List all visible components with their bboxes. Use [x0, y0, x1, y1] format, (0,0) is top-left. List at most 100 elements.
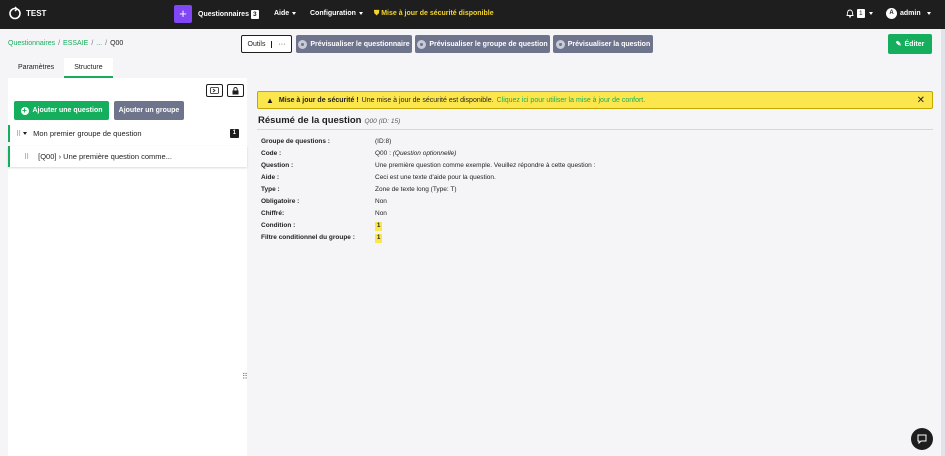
close-icon[interactable]: ✕ [917, 95, 925, 106]
question-summary-table: Groupe de questions : (ID:8) Code : Q00 … [261, 138, 861, 246]
tab-structure[interactable]: Structure [64, 58, 113, 78]
lock-icon [232, 86, 239, 94]
alert-update-link[interactable]: Cliquez ici pour utiliser la mise à jour… [497, 97, 646, 104]
add-group-button[interactable]: Ajouter un groupe [114, 101, 184, 120]
nav-security-alert[interactable]: ⛊ Mise à jour de sécurité disponible [374, 10, 494, 18]
chat-icon [917, 434, 927, 444]
user-name: admin [900, 10, 921, 17]
nav-aide[interactable]: Aide [274, 10, 297, 17]
tab-parametres[interactable]: Paramètres [8, 58, 64, 78]
summary-row-group: Groupe de questions : (ID:8) [261, 138, 861, 150]
question-summary-heading: Résumé de la question Q00 (ID: 15) [258, 115, 400, 126]
summary-key: Groupe de questions : [261, 138, 330, 145]
summary-key: Chiffré: [261, 210, 285, 217]
summary-key: Code : [261, 150, 282, 157]
eye-icon [298, 39, 308, 49]
sidebar-tabs: Paramètres Structure [8, 58, 113, 78]
scrollbar[interactable] [941, 29, 945, 456]
nav-aide-label: Aide [274, 10, 290, 17]
summary-row-condition: Condition : 1 [261, 222, 861, 234]
group-filter-badge: 1 [375, 234, 383, 243]
limesurvey-logo-icon [9, 6, 21, 20]
shield-icon: ⛊ [374, 10, 380, 17]
question-item[interactable]: ⠿ [Q00] › Une première question comme... [8, 146, 247, 167]
chevron-down-icon [358, 11, 363, 15]
security-alert-banner: ▲ Mise à jour de sécurité ! Une mise à j… [257, 91, 933, 109]
breadcrumb-questionnaires[interactable]: Questionnaires [8, 40, 55, 47]
user-menu[interactable]: A admin [886, 8, 931, 19]
alert-title: Mise à jour de sécurité ! [278, 96, 359, 104]
summary-row-type: Type : Zone de texte long (Type: T) [261, 186, 861, 198]
drag-handle-icon[interactable]: ⠿ [24, 153, 29, 161]
chat-button[interactable] [911, 428, 933, 450]
eye-icon [555, 39, 565, 49]
preview-group-label: Prévisualiser le groupe de question [429, 40, 548, 48]
preview-question-label: Prévisualiser la question [567, 40, 651, 48]
summary-key: Type : [261, 186, 280, 193]
more-dots-icon: ··· [271, 40, 285, 48]
preview-group-button[interactable]: Prévisualiser le groupe de question [415, 35, 550, 53]
summary-value: Non [375, 210, 387, 217]
alert-text: Une mise à jour de sécurité est disponib… [361, 96, 494, 104]
preview-question-button[interactable]: Prévisualiser la question [553, 35, 653, 53]
summary-row-help: Aide : Ceci est une texte d'aide pour la… [261, 174, 861, 186]
condition-badge: 1 [375, 222, 383, 231]
nav-security-alert-label: Mise à jour de sécurité disponible [381, 10, 494, 17]
edit-button[interactable]: ✎ Éditer [888, 34, 932, 54]
preview-questionnaire-label: Prévisualiser le questionnaire [310, 40, 410, 48]
bell-icon [846, 9, 854, 18]
summary-row-mandatory: Obligatoire : Non [261, 198, 861, 210]
lock-button[interactable] [227, 84, 244, 97]
breadcrumb-ellipsis[interactable]: ... [96, 40, 102, 47]
edit-label: Éditer [904, 40, 925, 48]
notifications-button[interactable]: 1 [846, 9, 873, 18]
summary-row-question: Question : Une première question comme e… [261, 162, 861, 174]
question-item-label: [Q00] › Une première question comme... [38, 152, 172, 161]
pencil-icon: ✎ [895, 41, 902, 48]
add-question-label: Ajouter une question [32, 107, 103, 114]
chevron-down-icon [926, 12, 931, 15]
summary-row-code: Code : Q00 : (Question optionnelle) [261, 150, 861, 162]
group-question-count-badge: 1 [229, 129, 239, 138]
chevron-down-icon[interactable] [23, 132, 28, 135]
warning-icon: ▲ [266, 95, 274, 105]
summary-key: Aide : [261, 174, 280, 181]
summary-subtitle: Q00 (ID: 15) [364, 118, 401, 125]
summary-key: Obligatoire : [261, 198, 300, 205]
collapse-icon [210, 87, 219, 94]
preview-questionnaire-button[interactable]: Prévisualiser le questionnaire [296, 35, 412, 53]
nav-questionnaires[interactable]: Questionnaires 3 [198, 10, 259, 19]
brand-name: TEST [26, 8, 47, 18]
structure-panel: + Ajouter une question Ajouter un groupe… [8, 78, 248, 456]
summary-title: Résumé de la question [258, 115, 362, 126]
summary-key: Filtre conditionnel du groupe : [261, 234, 355, 241]
nav-configuration[interactable]: Configuration [310, 10, 363, 17]
chevron-down-icon [292, 11, 297, 15]
drag-handle-icon[interactable]: ⠿ [16, 130, 21, 138]
summary-value: Non [375, 198, 387, 205]
group-name: Mon premier groupe de question [33, 129, 142, 138]
outils-label: Outils [247, 40, 266, 48]
summary-key: Question : [261, 162, 294, 169]
plus-circle-icon: + [20, 105, 29, 115]
breadcrumb: Questionnaires / ESSAIE /... / Q00 [8, 40, 123, 47]
brand-logo[interactable]: TEST [8, 6, 46, 20]
code-optional-note: (Question optionnelle) [392, 150, 457, 157]
breadcrumb-current: Q00 [110, 40, 124, 47]
summary-value: (ID:8) [375, 138, 392, 145]
summary-value: Ceci est une texte d'aide pour la questi… [375, 174, 496, 181]
eye-icon [417, 39, 427, 49]
add-question-button[interactable]: + Ajouter une question [14, 101, 109, 120]
chevron-down-icon [868, 12, 873, 15]
summary-row-encrypted: Chiffré: Non [261, 210, 861, 222]
resize-handle-icon[interactable]: ⠿ [242, 372, 248, 381]
outils-button[interactable]: Outils ··· [241, 35, 292, 53]
question-group-item[interactable]: ⠿ Mon premier groupe de question 1 [8, 125, 247, 142]
create-plus-button[interactable]: + [174, 5, 192, 23]
breadcrumb-survey[interactable]: ESSAIE [63, 40, 88, 47]
avatar: A [886, 8, 897, 19]
toggle-view-button[interactable] [206, 84, 223, 97]
divider [257, 129, 933, 130]
summary-row-group-filter: Filtre conditionnel du groupe : 1 [261, 234, 861, 246]
summary-value: Q00 : (Question optionnelle) [375, 150, 456, 157]
